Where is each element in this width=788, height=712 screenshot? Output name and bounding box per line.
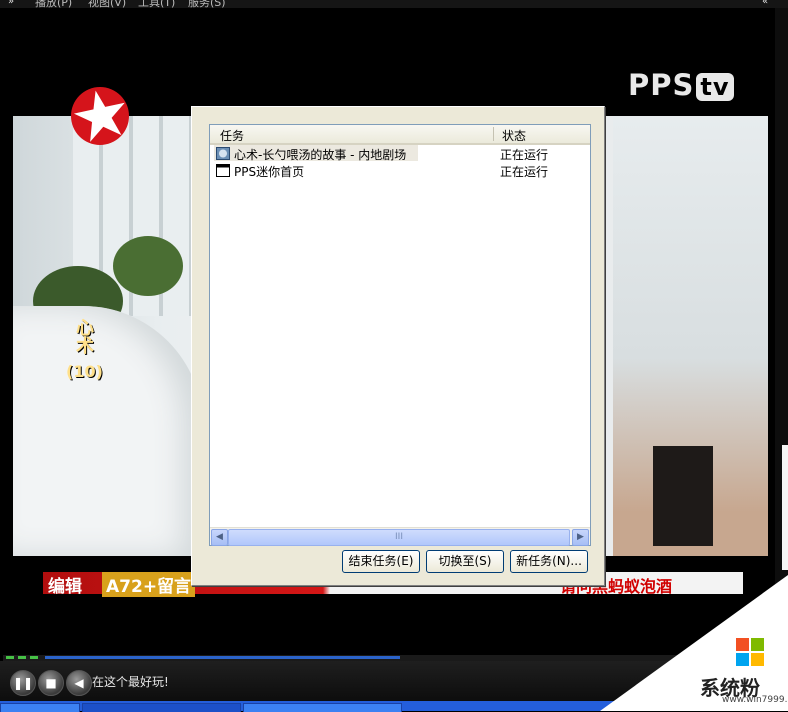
- column-header-status[interactable]: 状态: [502, 127, 526, 144]
- channel-logo-icon: [71, 87, 129, 145]
- previous-button[interactable]: ◀: [66, 670, 92, 696]
- chevron-right-icon: ▶: [577, 532, 584, 542]
- task-name: PPS迷你首页: [234, 165, 305, 179]
- episode-number: (10): [66, 362, 103, 381]
- stop-button[interactable]: ■: [38, 670, 64, 696]
- logo-quadrant: [736, 638, 749, 651]
- column-header-task[interactable]: 任务: [220, 127, 244, 144]
- logo-quadrant: [736, 653, 749, 666]
- progress-fill: [45, 656, 400, 659]
- previous-icon: ◀: [74, 676, 84, 690]
- scroll-right-button[interactable]: ▶: [572, 529, 589, 546]
- horizontal-scrollbar[interactable]: ◀ III ▶: [210, 527, 590, 546]
- scene-person: [13, 306, 203, 556]
- window-app-icon: [216, 164, 230, 177]
- logo-quadrant: [751, 638, 764, 651]
- buffer-indicator: [6, 656, 14, 659]
- buffer-indicator: [30, 656, 38, 659]
- task-list-header: 任务 状态: [210, 125, 590, 145]
- task-manager-dialog: 任务 状态 心术-长勺喂汤的故事 - 内地剧场 正在运行 PPS迷你首页 正在运…: [191, 106, 605, 586]
- scroll-left-button[interactable]: ◀: [211, 529, 228, 546]
- side-panel-content: [782, 445, 788, 570]
- logo-quadrant: [751, 653, 764, 666]
- buffer-indicator: [18, 656, 26, 659]
- pause-icon: ❚❚: [12, 676, 34, 690]
- end-task-button[interactable]: 结束任务(E): [342, 550, 420, 573]
- ticker-label: 编辑: [48, 577, 82, 597]
- task-row[interactable]: PPS迷你首页 正在运行: [214, 162, 584, 179]
- status-message: 在这个最好玩!: [92, 675, 169, 689]
- column-divider[interactable]: [493, 127, 494, 141]
- chevron-left-icon: ◀: [216, 532, 223, 542]
- episode-title: 心术: [73, 318, 94, 354]
- menu-expand-icon[interactable]: »: [8, 0, 14, 7]
- scene-furniture: [653, 446, 713, 546]
- menu-collapse-icon[interactable]: «: [762, 0, 768, 7]
- pps-watermark-logo: PPS tv: [628, 68, 734, 102]
- player-app-icon: [216, 147, 230, 160]
- stop-icon: ■: [45, 676, 57, 690]
- ticker-code: A72+留言: [102, 572, 196, 597]
- new-task-button[interactable]: 新任务(N)...: [510, 550, 588, 573]
- switch-to-button[interactable]: 切换至(S): [426, 550, 504, 573]
- windows-logo-icon: [736, 638, 764, 666]
- watermark-url: www.win7999.com: [722, 695, 788, 705]
- task-status: 正在运行: [500, 148, 549, 162]
- scroll-thumb[interactable]: III: [228, 529, 570, 546]
- scene-plant: [113, 236, 183, 296]
- task-status: 正在运行: [500, 165, 549, 179]
- pause-button[interactable]: ❚❚: [10, 670, 36, 696]
- task-list[interactable]: 任务 状态 心术-长勺喂汤的故事 - 内地剧场 正在运行 PPS迷你首页 正在运…: [209, 124, 591, 546]
- task-row[interactable]: 心术-长勺喂汤的故事 - 内地剧场 正在运行: [214, 145, 584, 162]
- task-name: 心术-长勺喂汤的故事 - 内地剧场: [234, 148, 407, 162]
